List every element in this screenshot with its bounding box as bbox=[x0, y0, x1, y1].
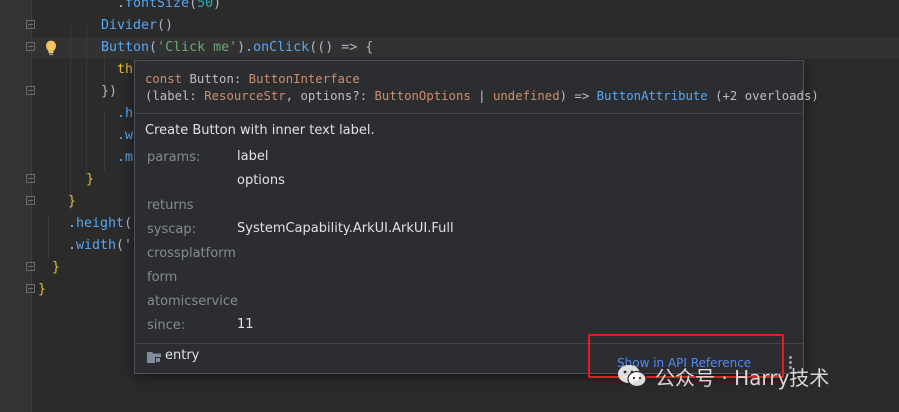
watermark: 公众号 · Harry技术 bbox=[617, 362, 829, 390]
code-token: ( bbox=[189, 0, 198, 11]
code-token: . bbox=[117, 0, 126, 11]
signature-label-type[interactable]: ResourceStr bbox=[204, 89, 285, 103]
code-token: } bbox=[38, 282, 47, 297]
code-token: . bbox=[68, 238, 77, 253]
code-token: ) bbox=[213, 0, 222, 11]
syscap-value: SystemCapability.ArkUI.ArkUI.Full bbox=[237, 221, 454, 236]
editor-gutter[interactable] bbox=[0, 0, 32, 412]
indent-guide bbox=[48, 214, 49, 258]
code-line[interactable]: Button('Click me').onClick(() => { bbox=[101, 37, 373, 59]
doc-description: Create Button with inner text label. bbox=[145, 123, 375, 138]
code-token: (' bbox=[116, 238, 133, 253]
quick-documentation-popup[interactable]: const Button: ButtonInterface (label: Re… bbox=[134, 60, 819, 374]
fold-marker-icon[interactable] bbox=[26, 284, 35, 293]
signature-return-type[interactable]: ButtonAttribute bbox=[597, 89, 708, 103]
indent-guide bbox=[86, 26, 87, 176]
code-token: } bbox=[52, 260, 61, 275]
module-folder-icon bbox=[146, 349, 162, 363]
code-token: (() => { bbox=[309, 40, 374, 55]
popup-divider bbox=[135, 113, 803, 114]
code-token: } bbox=[68, 194, 77, 209]
code-line[interactable]: } bbox=[52, 257, 60, 279]
tag-form: form bbox=[147, 270, 178, 285]
code-line[interactable]: .height( bbox=[68, 213, 132, 235]
param-options: options bbox=[237, 173, 285, 188]
fold-marker-icon[interactable] bbox=[26, 262, 35, 271]
signature: const Button: ButtonInterface (label: Re… bbox=[145, 71, 819, 105]
gutter-divider bbox=[31, 0, 32, 412]
tag-since: since: bbox=[147, 318, 186, 333]
signature-params-open: (label: bbox=[145, 89, 205, 103]
tag-atomicservice: atomicservice bbox=[147, 294, 239, 309]
code-token: } bbox=[86, 172, 95, 187]
tag-syscap: syscap: bbox=[147, 222, 196, 237]
code-token: }) bbox=[101, 84, 118, 99]
module-name: entry bbox=[165, 348, 200, 363]
code-line[interactable]: Divider() bbox=[101, 15, 173, 37]
code-token: width bbox=[76, 238, 117, 253]
tag-returns: returns bbox=[147, 198, 194, 213]
code-token: Button bbox=[101, 40, 150, 55]
tag-crossplatform: crossplatform bbox=[147, 246, 236, 261]
code-token: .w bbox=[117, 128, 134, 143]
fold-marker-icon[interactable] bbox=[26, 174, 35, 183]
tag-params: params: bbox=[147, 150, 201, 165]
fold-marker-icon[interactable] bbox=[26, 86, 35, 95]
code-token: ( bbox=[149, 40, 158, 55]
signature-keyword: const bbox=[145, 72, 183, 86]
code-token: . bbox=[68, 216, 77, 231]
code-token: 50 bbox=[197, 0, 214, 11]
code-token: .m bbox=[117, 150, 134, 165]
indent-guide bbox=[70, 26, 71, 212]
wechat-logo-icon bbox=[617, 363, 647, 389]
code-token: .h bbox=[117, 106, 134, 121]
code-line[interactable]: } bbox=[38, 279, 46, 301]
signature-overloads: (+2 overloads) bbox=[707, 89, 819, 103]
fold-marker-icon[interactable] bbox=[26, 20, 35, 29]
signature-pipe: | bbox=[470, 89, 493, 103]
signature-arrow: ) => bbox=[559, 89, 597, 103]
code-token: 'Click me' bbox=[157, 40, 238, 55]
code-line[interactable]: th bbox=[117, 59, 133, 81]
signature-type[interactable]: ButtonInterface bbox=[249, 72, 360, 86]
code-token: height bbox=[76, 216, 125, 231]
code-line[interactable]: .h bbox=[117, 103, 133, 125]
code-line[interactable]: }) bbox=[101, 81, 117, 103]
signature-undefined: undefined bbox=[492, 89, 560, 103]
code-token: () bbox=[157, 18, 174, 33]
since-value: 11 bbox=[237, 317, 254, 332]
code-line[interactable]: } bbox=[68, 191, 76, 213]
signature-params-mid: , options?: bbox=[285, 89, 375, 103]
watermark-text: 公众号 · Harry技术 bbox=[655, 365, 830, 390]
indent-guide bbox=[104, 112, 105, 172]
param-label: label bbox=[237, 149, 269, 164]
lightbulb-icon[interactable] bbox=[44, 40, 58, 56]
fold-marker-icon[interactable] bbox=[26, 196, 35, 205]
code-token: fontSize bbox=[125, 0, 190, 11]
code-line[interactable]: } bbox=[86, 169, 94, 191]
code-line[interactable]: .width(' bbox=[68, 235, 132, 257]
code-token: ( bbox=[124, 216, 133, 231]
code-token: th bbox=[117, 62, 134, 77]
code-token: ). bbox=[237, 40, 254, 55]
code-line[interactable]: .fontSize(50) bbox=[117, 0, 221, 15]
fold-marker-icon[interactable] bbox=[26, 42, 35, 51]
code-line[interactable]: .m bbox=[117, 147, 133, 169]
signature-options-type[interactable]: ButtonOptions bbox=[375, 89, 471, 103]
code-line[interactable]: .w bbox=[117, 125, 133, 147]
code-token: onClick bbox=[253, 40, 310, 55]
code-token: Divider bbox=[101, 18, 158, 33]
signature-name: Button: bbox=[189, 72, 242, 86]
